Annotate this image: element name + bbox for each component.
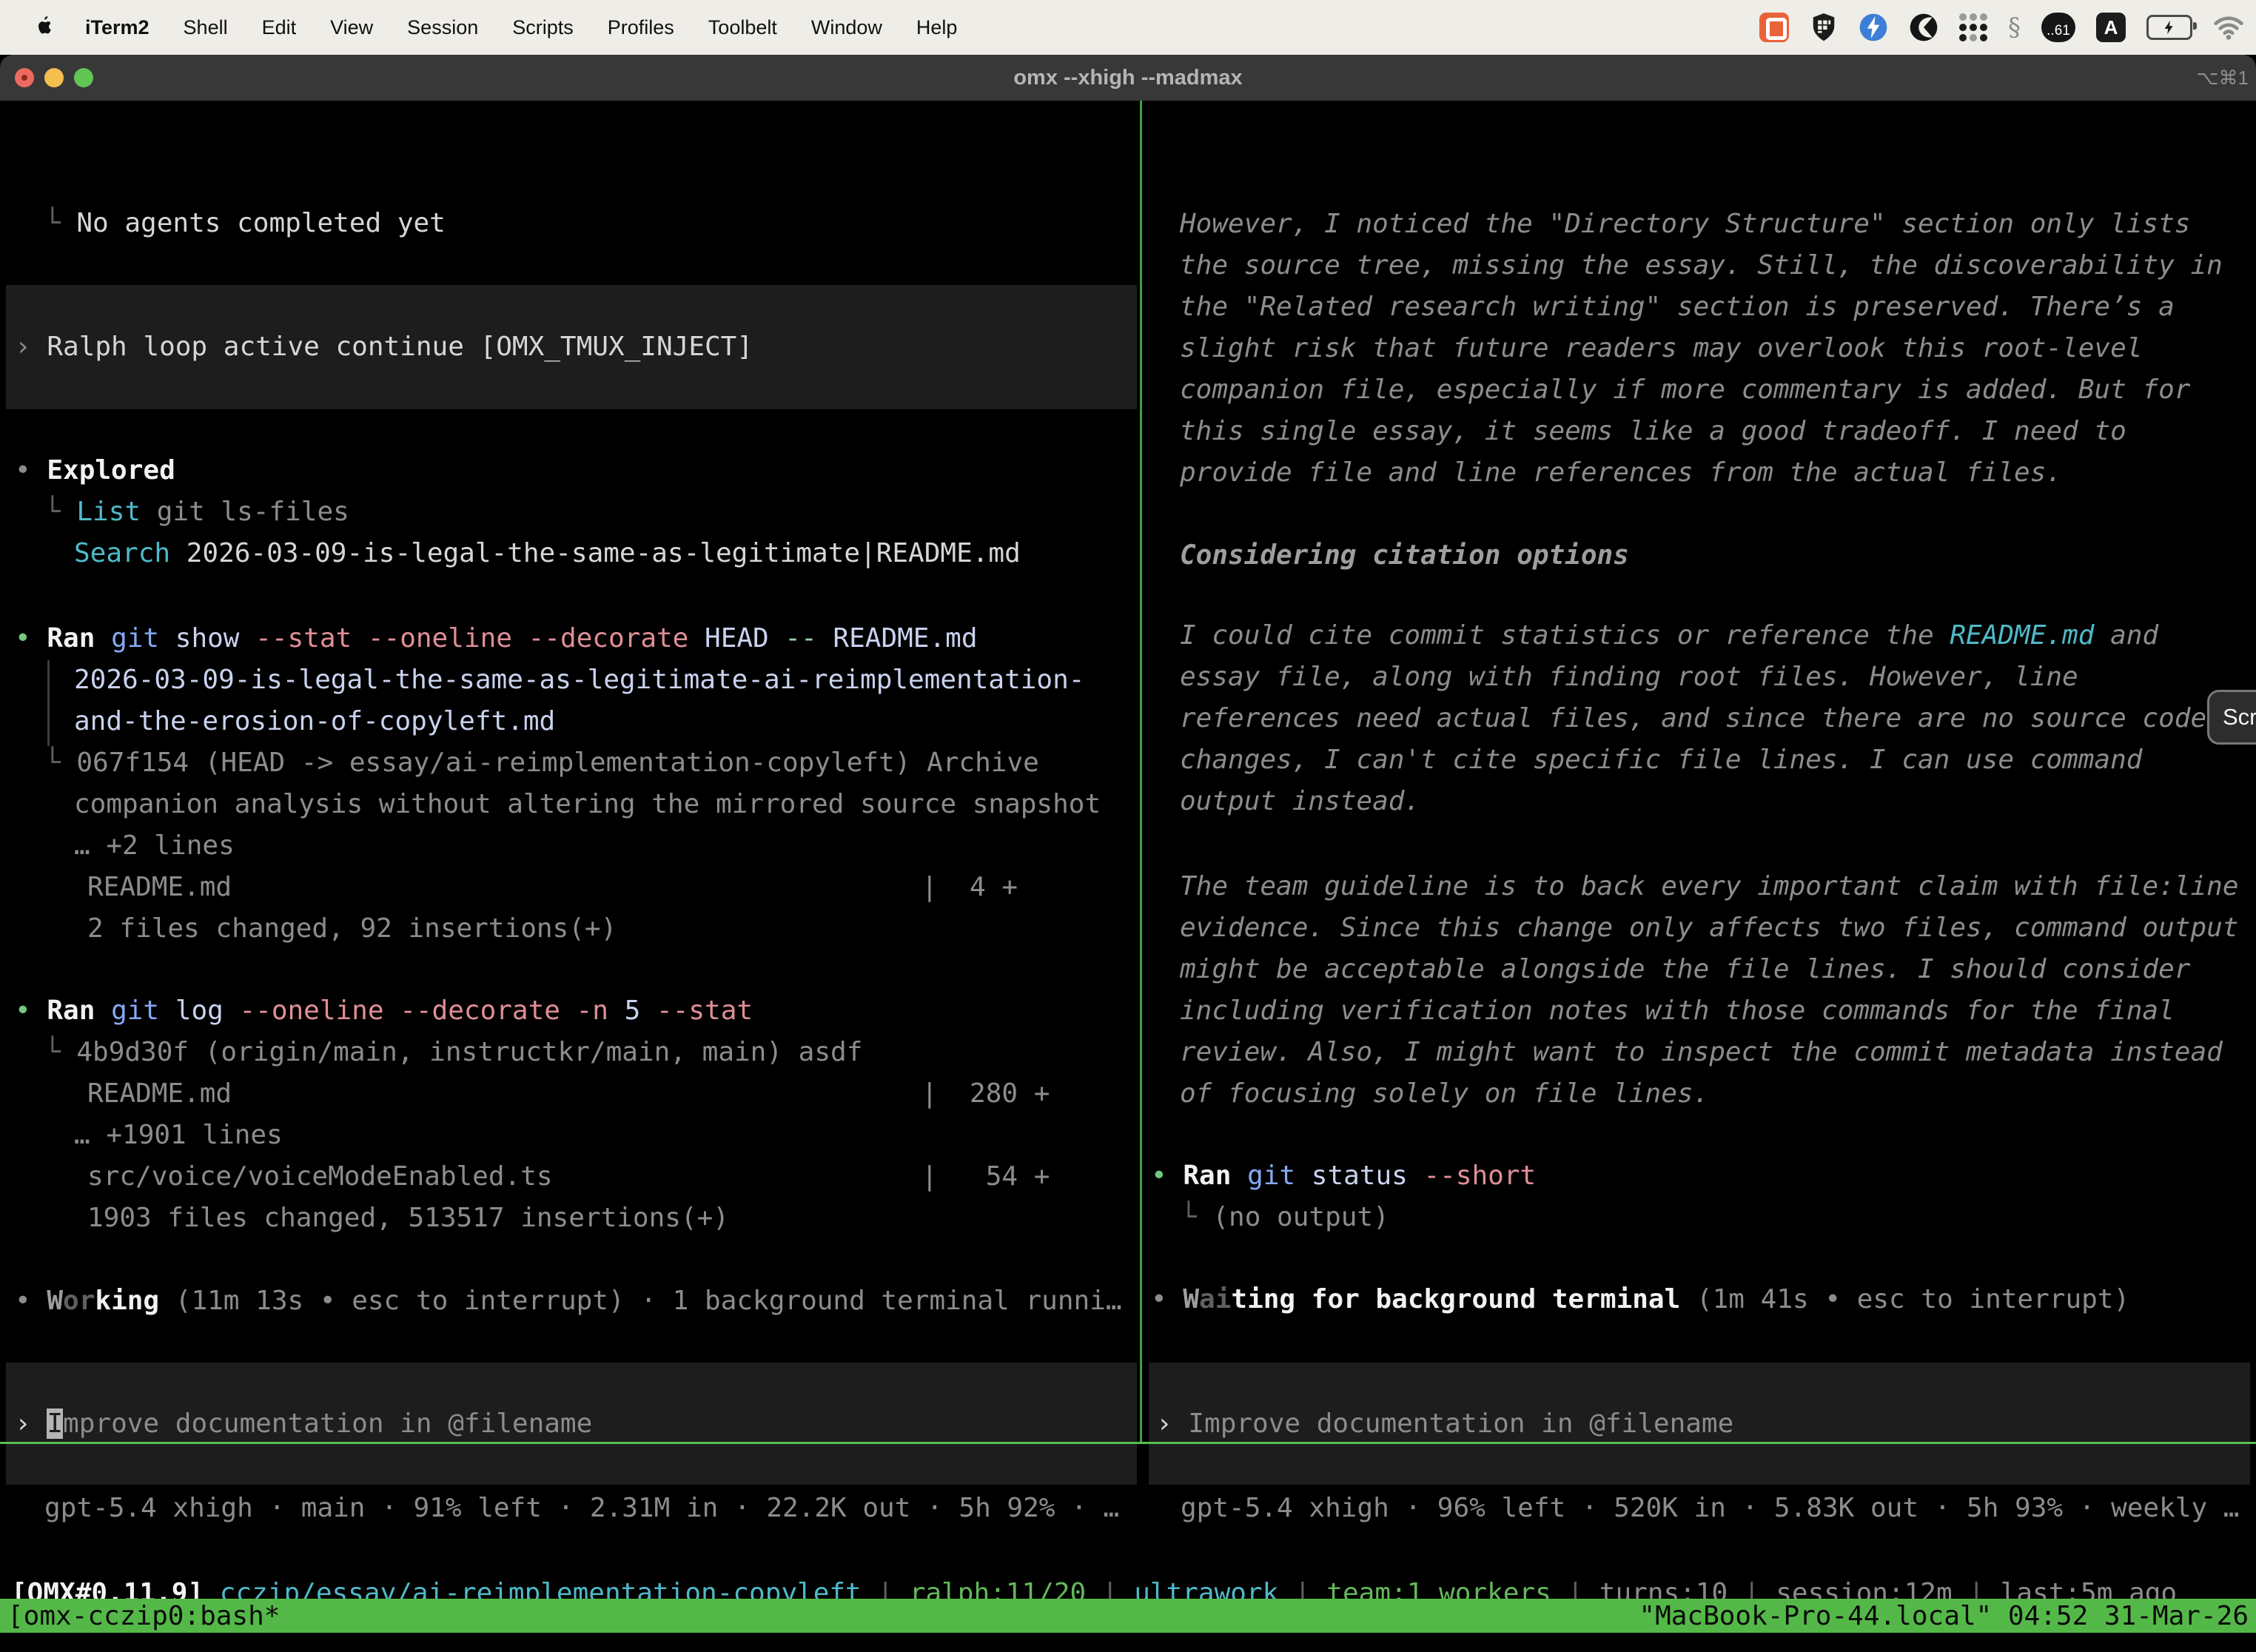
menu-item-shell[interactable]: Shell <box>184 16 228 39</box>
terminal-line: references need actual files, and since … <box>1180 698 2206 739</box>
r-status: gpt-5.4 xhigh · 96% left · 520K in · 5.8… <box>1151 1488 2239 1529</box>
menu-item-toolbelt[interactable]: Toolbelt <box>708 16 777 39</box>
tmux-session-label: [omx-cczip0:bash* <box>7 1601 280 1631</box>
menu-item-edit[interactable]: Edit <box>262 16 297 39</box>
terminal-line: evidence. Since this change only affects… <box>1180 907 2238 949</box>
r-status-cmd: • Ran git status --short└ (no output) <box>1151 1155 1536 1238</box>
menu-bar-status-area: § ..61 A <box>1759 0 2244 55</box>
dots-grid-icon[interactable] <box>1959 13 1987 41</box>
terminal-line: output instead. <box>1180 781 2206 822</box>
terminal-line: • Working (11m 13s • esc to interrupt) ·… <box>15 1280 1122 1322</box>
l-inject: › Ralph loop active continue [OMX_TMUX_I… <box>15 326 753 368</box>
l-git-log: • Ran git log --oneline --decorate -n 5 … <box>15 990 1050 1239</box>
stats-app-icon[interactable] <box>1859 13 1888 42</box>
terminal-line: companion file, especially if more comme… <box>1180 369 2223 411</box>
terminal-line: might be acceptable alongside the file l… <box>1180 949 2238 990</box>
menu-item-window[interactable]: Window <box>811 16 882 39</box>
terminal-line: › Improve documentation in @filename <box>1156 1403 1733 1445</box>
terminal-line: • Ran git show --stat --oneline --decora… <box>15 618 1101 659</box>
terminal-line: review. Also, I might want to inspect th… <box>1180 1032 2238 1073</box>
l-status: gpt-5.4 xhigh · main · 91% left · 2.31M … <box>15 1488 1119 1529</box>
terminal-line: • Ran git log --oneline --decorate -n 5 … <box>15 990 1050 1032</box>
terminal-line: The team guideline is to back every impo… <box>1180 866 2238 907</box>
r-para3: The team guideline is to back every impo… <box>1180 866 2238 1115</box>
apple-menu-icon[interactable] <box>34 16 54 39</box>
r-prompt: › Improve documentation in @filename <box>1156 1403 1733 1445</box>
terminal-line: • Explored <box>15 450 1021 491</box>
window-title: omx --xhigh --madmax <box>0 55 2256 101</box>
r-waiting: • Waiting for background terminal (1m 41… <box>1151 1279 2129 1320</box>
window-title-bar: omx --xhigh --madmax ⌥⌘1 <box>0 55 2256 101</box>
terminal-line: … +1901 lines <box>15 1115 1050 1156</box>
l-explored: • Explored└ List git ls-filesSearch 2026… <box>15 450 1021 574</box>
chat-app-icon[interactable] <box>1759 13 1789 42</box>
terminal-line: this single essay, it seems like a good … <box>1180 411 2223 452</box>
terminal-line: gpt-5.4 xhigh · 96% left · 520K in · 5.8… <box>1151 1488 2239 1529</box>
l-git-show: • Ran git show --stat --oneline --decora… <box>15 618 1101 950</box>
terminal-line: › Improve documentation in @filename <box>15 1403 592 1445</box>
terminal-line: └ List git ls-files <box>15 491 1021 533</box>
terminal-line: changes, I can't cite specific file line… <box>1180 739 2206 781</box>
pane-divider-horizontal <box>0 1442 2256 1444</box>
menu-item-session[interactable]: Session <box>407 16 478 39</box>
wifi-icon[interactable] <box>2213 14 2244 41</box>
l-no-agents: └ No agents completed yet <box>15 203 446 244</box>
terminal-line: essay file, along with finding root file… <box>1180 657 2206 698</box>
terminal-line: 2 files changed, 92 insertions(+) <box>15 908 1101 950</box>
screen: { "menu_bar": { "items": [ {"label": "iT… <box>0 0 2256 1652</box>
terminal-line: Considering citation options <box>1180 535 1629 577</box>
terminal-line: the "Related research writing" section i… <box>1180 286 2223 328</box>
terminal-line: • Ran git status --short <box>1151 1155 1536 1197</box>
terminal-line: including verification notes with those … <box>1180 990 2238 1032</box>
terminal-line: slight risk that future readers may over… <box>1180 328 2223 369</box>
terminal-line: └ 4b9d30f (origin/main, instructkr/main,… <box>15 1032 1050 1073</box>
window-shortcut-badge: ⌥⌘1 <box>2197 55 2249 101</box>
terminal-line: 1903 files changed, 513517 insertions(+) <box>15 1198 1050 1239</box>
battery-icon[interactable] <box>2146 15 2192 40</box>
shield-grid-icon[interactable] <box>1810 12 1838 43</box>
terminal-line: └ 067f154 (HEAD -> essay/ai-reimplementa… <box>15 742 1101 784</box>
terminal-line: the source tree, missing the essay. Stil… <box>1180 245 2223 286</box>
menu-item-iterm2[interactable]: iTerm2 <box>85 16 150 39</box>
r-para1: However, I noticed the "Directory Struct… <box>1180 204 2223 494</box>
terminal-line: README.md | 4 + <box>15 867 1101 908</box>
terminal-line: 2026-03-09-is-legal-the-same-as-legitima… <box>15 659 1101 701</box>
terminal-line: src/voice/voiceModeEnabled.ts | 54 + <box>15 1156 1050 1198</box>
r-para2: I could cite commit statistics or refere… <box>1180 615 2206 822</box>
menu-item-view[interactable]: View <box>330 16 373 39</box>
terminal-line: provide file and line references from th… <box>1180 452 2223 494</box>
menu-item-profiles[interactable]: Profiles <box>608 16 674 39</box>
terminal-line: • Waiting for background terminal (1m 41… <box>1151 1279 2129 1320</box>
terminal-line: README.md | 280 + <box>15 1073 1050 1115</box>
l-prompt: › Improve documentation in @filename <box>15 1403 592 1445</box>
macos-menu-bar: iTerm2 Shell Edit View Session Scripts Profile… <box>0 0 2256 55</box>
a-app-icon[interactable]: A <box>2096 13 2126 42</box>
terminal-line: and-the-erosion-of-copyleft.md <box>15 701 1101 742</box>
pane-divider-vertical[interactable] <box>1140 101 1142 1442</box>
terminal-line: Search 2026-03-09-is-legal-the-same-as-l… <box>15 533 1021 574</box>
terminal-line: However, I noticed the "Directory Struct… <box>1180 204 2223 245</box>
terminal-line: … +2 lines <box>15 825 1101 867</box>
l-working: • Working (11m 13s • esc to interrupt) ·… <box>15 1280 1122 1322</box>
r-head1: Considering citation options <box>1180 535 1629 577</box>
squiggle-icon[interactable]: § <box>2008 13 2021 42</box>
terminal-line: I could cite commit statistics or refere… <box>1180 615 2206 657</box>
terminal-line: › Ralph loop active continue [OMX_TMUX_I… <box>15 326 753 368</box>
menu-item-help[interactable]: Help <box>916 16 958 39</box>
tmux-host-clock: "MacBook-Pro-44.local" 04:52 31-Mar-26 <box>1639 1601 2249 1631</box>
screen-overlay-button[interactable]: Scre <box>2207 690 2256 745</box>
terminal-line: gpt-5.4 xhigh · main · 91% left · 2.31M … <box>15 1488 1119 1529</box>
terminal-line: companion analysis without altering the … <box>15 784 1101 825</box>
terminal-line: └ No agents completed yet <box>15 203 446 244</box>
badge-61-icon[interactable]: ..61 <box>2041 13 2075 42</box>
terminal-content: └ No agents completed yet › Ralph loop ac… <box>0 101 2256 1652</box>
recorder-app-icon[interactable] <box>1909 13 1938 42</box>
menu-item-scripts[interactable]: Scripts <box>512 16 574 39</box>
tmux-status-bar: [omx-cczip0:bash* "MacBook-Pro-44.local"… <box>0 1599 2256 1633</box>
terminal-line: └ (no output) <box>1151 1197 1536 1238</box>
menu-items: iTerm2 Shell Edit View Session Scripts Profile… <box>85 16 957 39</box>
terminal-line: of focusing solely on file lines. <box>1180 1073 2238 1115</box>
